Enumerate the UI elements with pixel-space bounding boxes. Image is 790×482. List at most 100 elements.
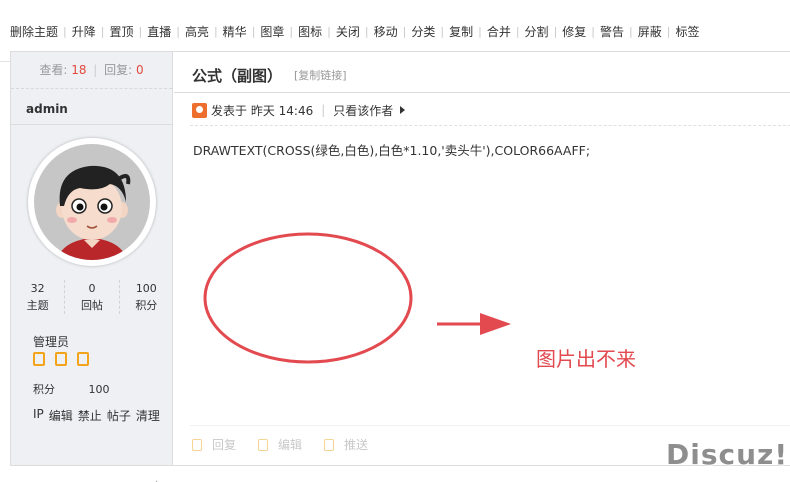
post-title: 公式（副图） [192,66,283,85]
divider [11,124,173,125]
divider [190,125,790,126]
toolbar-separator: | [251,24,256,38]
edit-user-link[interactable]: 编辑 [49,407,73,424]
star-icon [77,352,89,366]
toolbar-separator: | [402,24,407,38]
views-count: 18 [71,63,87,77]
arrow-right-icon [400,106,406,114]
only-author-link[interactable]: 只看该作者 [333,102,393,119]
cleanup-link[interactable]: 清理 [136,407,160,424]
star-icon [33,352,45,366]
rank-stars [33,352,89,366]
toolbar-separator: | [629,24,633,38]
toolbar-separator: | [213,24,218,38]
toolbar-action-17[interactable]: 标签 [675,23,699,40]
author-counts: 32 主题 0 回帖 100 积分 [11,280,173,314]
stats-separator: | [93,63,98,77]
reply-icon [192,438,202,451]
cartoon-avatar-image [34,144,150,260]
toolbar-action-10[interactable]: 分类 [411,23,435,40]
count-threads-label: 主题 [26,299,49,312]
push-button[interactable]: 推送 [324,436,368,453]
points-value: 100 [88,383,110,396]
edit-button[interactable]: 编辑 [258,436,302,453]
post-title-row: 公式（副图） [复制链接] [192,64,347,86]
toolbar-action-5[interactable]: 精华 [223,23,247,40]
annotation-text: 图片出不来 [536,347,636,371]
meta-separator: | [321,103,326,117]
toolbar-action-13[interactable]: 分割 [525,23,549,40]
count-points-label: 积分 [135,299,158,312]
annotation-arrow-head [480,313,511,335]
toolbar-separator: | [440,24,445,38]
discuz-watermark: Discuz! [666,438,789,471]
count-replies-label: 回帖 [80,299,103,312]
count-points[interactable]: 100 积分 [118,280,173,314]
annotation-drawing [203,232,511,364]
toolbar-action-2[interactable]: 置顶 [109,23,133,40]
toolbar-separator: | [138,24,143,38]
toolbar-separator: | [515,24,520,38]
toolbar-separator: | [666,24,671,38]
admin-toolbar-row: 删除主题 | 升降 | 置顶 | 直播 | 高亮 | 精华 | 图章 | 图标 | 关闭 | 移动 | 分类 | 复制 | 合并… [10,23,700,39]
post-meta: 发表于 昨天 14:46 | 只看该作者 [192,101,406,119]
views-label: 查看: [39,63,68,77]
toolbar-action-15[interactable]: 警告 [600,23,624,40]
toolbar-separator: | [553,24,558,38]
divider [190,425,790,426]
user-posts-link[interactable]: 帖子 [107,407,131,424]
replies-count: 0 [136,63,144,77]
copy-link-button[interactable]: [复制链接] [294,67,347,83]
toolbar-action-0[interactable]: 删除主题 [10,23,58,40]
toolbar-separator: | [364,24,369,38]
toolbar-separator: | [63,24,67,38]
toolbar-action-16[interactable]: 屏蔽 [638,23,662,40]
count-threads-value: 32 [30,282,45,295]
count-replies[interactable]: 0 回帖 [64,280,118,314]
count-replies-value: 0 [88,282,96,295]
replies-label: 回复: [104,63,133,77]
post-content: DRAWTEXT(CROSS(绿色,白色),白色*1.10,'卖头牛'),COL… [193,143,591,158]
toolbar-separator: | [176,24,180,38]
thread-stats: 查看: 18 | 回复: 0 [11,52,172,89]
toolbar-separator: | [100,24,105,38]
toolbar-separator: | [591,24,596,38]
post-actions: 回复 编辑 推送 [192,436,368,453]
ban-user-link[interactable]: 禁止 [78,407,102,424]
ip-link[interactable]: IP [33,407,44,424]
post-block: 查看: 18 | 回复: 0 admin 32 主题 0 回帖 100 积分 管… [10,51,790,466]
post-time: 发表于 昨天 14:46 [211,103,314,118]
toolbar-action-14[interactable]: 修复 [562,23,586,40]
toolbar-separator: | [289,24,294,38]
points-label: 积分 [33,383,55,396]
toolbar-action-4[interactable]: 高亮 [185,23,209,40]
toolbar-action-9[interactable]: 移动 [374,23,398,40]
toolbar-action-8[interactable]: 关闭 [336,23,360,40]
edit-label: 编辑 [278,438,303,452]
toolbar-separator: | [478,24,482,38]
divider [174,92,790,93]
reply-button[interactable]: 回复 [192,436,236,453]
author-username[interactable]: admin [26,102,68,116]
toolbar-action-1[interactable]: 升降 [72,23,96,40]
toolbar-action-12[interactable]: 合并 [487,23,511,40]
avatar[interactable] [28,138,156,266]
toolbar-action-3[interactable]: 直播 [147,23,171,40]
toolbar-action-11[interactable]: 复制 [449,23,473,40]
points-row: 积分 100 [33,381,110,397]
footer-mark: · [155,477,158,482]
admin-links: IP 编辑 禁止 帖子 清理 [33,407,160,424]
edit-icon [258,438,269,451]
author-sidebar: 查看: 18 | 回复: 0 admin 32 主题 0 回帖 100 积分 管… [11,52,173,465]
user-online-icon [192,102,207,118]
push-label: 推送 [344,438,369,452]
user-group[interactable]: 管理员 [33,333,69,350]
push-icon [324,438,335,451]
reply-label: 回复 [212,438,237,452]
post-main: 公式（副图） [复制链接] 发表于 昨天 14:46 | 只看该作者 DRAWT… [174,52,790,465]
toolbar-action-6[interactable]: 图章 [260,23,284,40]
toolbar-action-7[interactable]: 图标 [298,23,322,40]
star-icon [55,352,67,366]
toolbar-separator: | [327,24,331,38]
count-threads[interactable]: 32 主题 [11,280,64,314]
